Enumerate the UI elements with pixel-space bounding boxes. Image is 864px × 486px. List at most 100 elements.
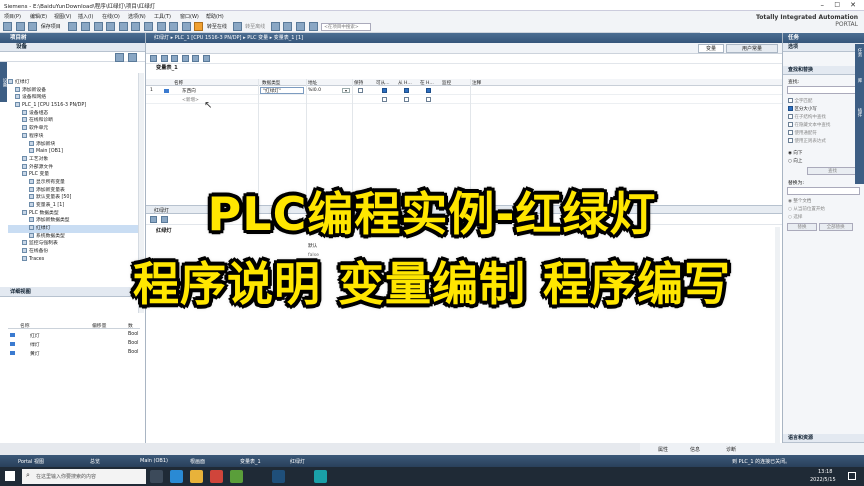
download-icon[interactable] <box>169 22 179 31</box>
tree-item[interactable]: 设备组态 <box>8 109 138 118</box>
menu-item-project[interactable]: 项目(P) <box>4 13 21 20</box>
search-substructures-option[interactable]: 在子结构中查找 <box>783 112 864 120</box>
cut-icon[interactable] <box>80 22 90 31</box>
tab-variables[interactable]: 变量 <box>698 44 724 53</box>
tab-properties[interactable]: 属性 <box>658 446 668 453</box>
tree-list-icon[interactable] <box>128 53 137 62</box>
print-icon[interactable] <box>68 22 78 31</box>
editor-tab-traffic-light[interactable]: 红绿灯 <box>290 458 305 465</box>
menu-item-edit[interactable]: 编辑(E) <box>30 13 47 20</box>
menu-item-options[interactable]: 选项(N) <box>128 13 146 20</box>
go-online-icon[interactable] <box>194 22 204 31</box>
use-regex-checkbox[interactable] <box>788 138 793 143</box>
side-tab-libraries[interactable]: 库 <box>855 74 863 104</box>
accessible-checkbox[interactable] <box>404 97 409 102</box>
minimize-button[interactable]: – <box>821 1 825 9</box>
tree-item[interactable]: 程序块 <box>8 132 138 141</box>
direction-up-option[interactable]: ○ 向上 <box>783 156 864 164</box>
app-icon[interactable] <box>210 470 223 483</box>
menu-item-tools[interactable]: 工具(T) <box>154 13 171 20</box>
find-button[interactable]: 查找 <box>807 167 858 175</box>
go-online-button[interactable]: 转至在线 <box>207 24 227 30</box>
search-hidden-text-checkbox[interactable] <box>788 122 793 127</box>
visible-checkbox[interactable] <box>426 88 431 93</box>
menu-item-online[interactable]: 在线(O) <box>102 13 120 20</box>
use-wildcards-option[interactable]: 使用通配符 <box>783 128 864 136</box>
tree-item[interactable]: Main [OB1] <box>8 148 138 156</box>
plcsim-icon[interactable] <box>272 470 285 483</box>
retain-dropdown[interactable]: ▾ <box>342 88 350 93</box>
editor-tab-root-screen[interactable]: 根画面 <box>190 458 205 465</box>
stop-cpu-icon[interactable] <box>295 22 305 31</box>
tab-user-constants[interactable]: 用户常量 <box>726 44 778 53</box>
task-view-icon[interactable] <box>150 470 163 483</box>
close-button[interactable]: ✕ <box>850 1 856 9</box>
find-replace-header[interactable]: 查找和替换 <box>783 66 864 75</box>
tab-info[interactable]: 信息 <box>690 446 700 453</box>
var-table-row[interactable]: <新增> <box>146 96 782 104</box>
tab-diagnostics[interactable]: 诊断 <box>726 446 736 453</box>
side-tab-tasks[interactable]: 任务 <box>855 44 863 74</box>
tree-item[interactable]: 外部源文件 <box>8 163 138 172</box>
tree-item[interactable]: PLC_1 [CPU 1516-3 PN/DP] <box>8 102 138 110</box>
direction-down-option[interactable]: ◉ 向下 <box>783 144 864 156</box>
notification-icon[interactable] <box>848 472 856 480</box>
match-case-checkbox[interactable] <box>788 106 793 111</box>
side-tab-devices[interactable]: 设备 <box>0 62 7 102</box>
details-row[interactable]: 红灯 Bool <box>8 331 140 339</box>
add-row-icon[interactable] <box>150 55 157 62</box>
writable-checkbox[interactable] <box>404 88 409 93</box>
undo-icon[interactable] <box>131 22 141 31</box>
monitor-icon[interactable] <box>181 55 189 62</box>
retain-checkbox[interactable] <box>382 97 387 102</box>
side-tab-addins[interactable]: 插件 <box>855 104 863 134</box>
search-substructures-checkbox[interactable] <box>788 114 793 119</box>
match-whole-word-option[interactable]: 全字匹配 <box>783 94 864 104</box>
var-datatype-field[interactable]: "红绿灯" <box>260 87 304 94</box>
tree-item[interactable]: 添加新块 <box>8 140 138 149</box>
tree-view-icon[interactable] <box>115 53 125 62</box>
save-project-icon[interactable] <box>28 22 38 31</box>
tree-item[interactable]: 添加新设备 <box>8 86 138 95</box>
refresh-icon[interactable] <box>202 55 210 62</box>
edge-icon[interactable] <box>170 470 183 483</box>
writable-checkbox[interactable] <box>426 97 431 102</box>
delete-icon[interactable] <box>118 22 128 31</box>
tree-item[interactable]: 设备和网络 <box>8 94 138 102</box>
redo-icon[interactable] <box>143 22 153 31</box>
search-hidden-text-option[interactable]: 在隐藏文本中查找 <box>783 120 864 128</box>
insert-row-icon[interactable] <box>160 55 168 62</box>
cross-reference-icon[interactable] <box>308 22 318 31</box>
match-whole-word-checkbox[interactable] <box>788 98 793 103</box>
app-icon[interactable] <box>230 470 243 483</box>
upload-icon[interactable] <box>181 22 191 31</box>
new-project-icon[interactable] <box>3 22 12 31</box>
details-row[interactable]: 黄灯 Bool <box>8 349 140 357</box>
use-regex-option[interactable]: 使用正则表达式 <box>783 136 864 144</box>
match-case-option[interactable]: 区分大小写 <box>783 104 864 112</box>
menu-item-insert[interactable]: 插入(I) <box>78 13 93 20</box>
start-cpu-icon[interactable] <box>283 22 293 31</box>
use-wildcards-checkbox[interactable] <box>788 130 793 135</box>
editor-tab-var-table[interactable]: 变量表_1 <box>240 458 261 465</box>
tree-item[interactable]: 在线和诊断 <box>8 117 138 125</box>
start-icon[interactable] <box>5 471 15 481</box>
editor-tab-main[interactable]: Main (OB1) <box>140 458 168 464</box>
compile-icon[interactable] <box>156 22 166 31</box>
add-new-row[interactable]: <新增> <box>182 97 199 103</box>
tia-portal-icon[interactable] <box>314 470 327 483</box>
tree-item[interactable]: 软件单元 <box>8 125 138 133</box>
portal-view-button[interactable]: Portal 视图 <box>18 458 44 465</box>
maximize-button[interactable]: □ <box>834 1 840 8</box>
details-row[interactable]: 绿灯 Bool <box>8 340 140 348</box>
paste-icon[interactable] <box>106 22 116 31</box>
accessible-checkbox[interactable] <box>382 88 387 93</box>
open-project-icon[interactable] <box>15 22 25 31</box>
find-input[interactable] <box>787 86 860 94</box>
export-icon[interactable] <box>171 55 179 62</box>
languages-resources-header[interactable]: 语言和资源 <box>783 434 864 443</box>
tree-item[interactable]: 红绿灯 <box>8 79 138 87</box>
menu-item-view[interactable]: 视图(V) <box>54 13 71 20</box>
copy-icon[interactable] <box>93 22 103 31</box>
filter-icon[interactable] <box>192 55 200 62</box>
